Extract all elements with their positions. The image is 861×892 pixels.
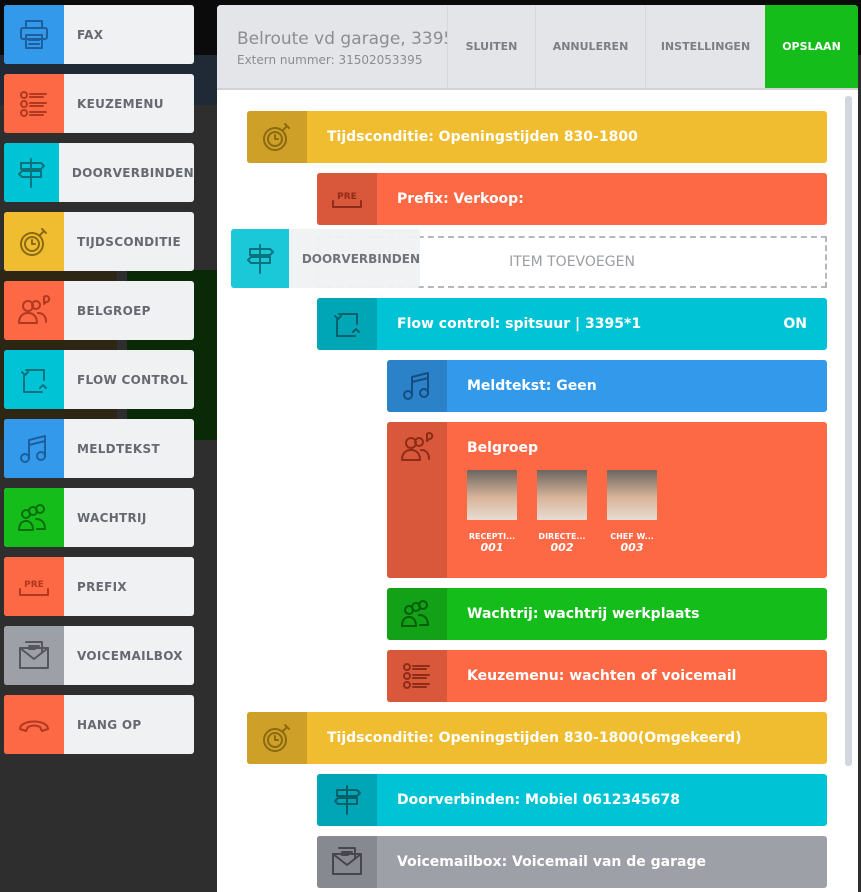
queue-icon bbox=[387, 588, 447, 640]
palette-item-hang-op[interactable]: HANG OP bbox=[4, 695, 194, 754]
palette-item-tijdsconditie[interactable]: TIJDSCONDITIE bbox=[4, 212, 194, 271]
stopwatch-icon bbox=[247, 712, 307, 764]
external-number: Extern nummer: 31502053395 bbox=[237, 53, 423, 67]
signpost-icon bbox=[4, 143, 59, 202]
flow-item-label: Flow control: spitsuur | 3395*1 bbox=[397, 316, 642, 332]
save-button[interactable]: OPSLAAN bbox=[765, 5, 858, 88]
member-photo bbox=[607, 470, 657, 520]
flow-item-label: Voicemailbox: Voicemail van de garage bbox=[397, 854, 706, 870]
flow-icon bbox=[4, 350, 64, 409]
flow-item-label: Tijdsconditie: Openingstijden 830-1800(O… bbox=[327, 730, 742, 746]
voicemail-icon bbox=[317, 836, 377, 888]
scrollbar[interactable] bbox=[845, 96, 852, 766]
route-title: Belroute vd garage, 3395 bbox=[237, 29, 447, 49]
status-label: ON bbox=[783, 316, 807, 332]
palette-item-label: MELDTEKST bbox=[77, 441, 160, 456]
palette-item-wachtrij[interactable]: WACHTRIJ bbox=[4, 488, 194, 547]
flow-item-label: Prefix: Verkoop: bbox=[397, 191, 524, 207]
flow-item[interactable]: Meldtekst: Geen bbox=[387, 360, 827, 412]
call-route-editor: Belroute vd garage, 3395 Extern nummer: … bbox=[217, 5, 858, 892]
flow-item[interactable]: Tijdsconditie: Openingstijden 830-1800(O… bbox=[247, 712, 827, 764]
palette-item-label: BELGROEP bbox=[77, 303, 151, 318]
flow-item[interactable]: PRE Prefix: Verkoop: bbox=[317, 173, 827, 225]
palette-item-label: KEUZEMENU bbox=[77, 96, 164, 111]
palette-item-doorverbinden[interactable]: DOORVERBINDEN bbox=[4, 143, 194, 202]
flow-item[interactable]: Keuzemenu: wachten of voicemail bbox=[387, 650, 827, 702]
music-icon bbox=[4, 419, 64, 478]
menu-list-icon bbox=[387, 650, 447, 702]
dragged-item-label: DOORVERBINDEN bbox=[301, 251, 420, 266]
group-icon bbox=[4, 281, 64, 340]
group-member[interactable]: DIRECTE... 002 bbox=[537, 470, 587, 554]
flow-item[interactable]: Wachtrij: wachtrij werkplaats bbox=[387, 588, 827, 640]
flow-item[interactable]: Doorverbinden: Mobiel 0612345678 bbox=[317, 774, 827, 826]
music-icon bbox=[387, 360, 447, 412]
flow-item[interactable]: Tijdsconditie: Openingstijden 830-1800 bbox=[247, 111, 827, 163]
close-button[interactable]: SLUITEN bbox=[447, 5, 535, 88]
svg-text:PRE: PRE bbox=[337, 192, 357, 202]
palette-item-meldtekst[interactable]: MELDTEKST bbox=[4, 419, 194, 478]
flow-icon bbox=[317, 298, 377, 350]
prefix-icon: PRE bbox=[317, 173, 377, 225]
flow-item-label: Keuzemenu: wachten of voicemail bbox=[467, 668, 737, 684]
member-photo bbox=[467, 470, 517, 520]
dropzone-label: ITEM TOEVOEGEN bbox=[509, 254, 635, 270]
flow-item[interactable]: Belgroep RECEPTI... 001 DIRECTE... 002 CHEF W… bbox=[387, 422, 827, 578]
svg-text:PRE: PRE bbox=[24, 580, 44, 590]
flow-item-label: Tijdsconditie: Openingstijden 830-1800 bbox=[327, 129, 638, 145]
group-icon bbox=[387, 422, 447, 578]
settings-button[interactable]: INSTELLINGEN bbox=[645, 5, 765, 88]
palette-item-voicemailbox[interactable]: VOICEMAILBOX bbox=[4, 626, 194, 685]
member-name: CHEF W... bbox=[610, 532, 654, 541]
voicemail-icon bbox=[4, 626, 64, 685]
flow-item-label: Wachtrij: wachtrij werkplaats bbox=[467, 606, 700, 622]
member-name: RECEPTI... bbox=[468, 532, 516, 541]
member-extension: 001 bbox=[480, 541, 504, 554]
group-member[interactable]: CHEF W... 003 bbox=[607, 470, 657, 554]
palette-item-label: DOORVERBINDEN bbox=[71, 165, 194, 180]
member-photo bbox=[537, 470, 587, 520]
palette-item-label: TIJDSCONDITIE bbox=[77, 234, 181, 249]
palette-item-label: VOICEMAILBOX bbox=[77, 648, 183, 663]
signpost-icon bbox=[317, 774, 377, 826]
dragged-item-doorverbinden[interactable]: DOORVERBINDEN bbox=[231, 229, 420, 288]
palette-item-label: FAX bbox=[77, 27, 104, 42]
hangup-icon bbox=[4, 695, 64, 754]
flow-item-label: Belgroep bbox=[467, 440, 539, 456]
palette-item-label: PREFIX bbox=[77, 579, 127, 594]
flow-item[interactable]: Voicemailbox: Voicemail van de garage bbox=[317, 836, 827, 888]
palette-item-label: FLOW CONTROL bbox=[77, 372, 188, 387]
queue-icon bbox=[4, 488, 64, 547]
stopwatch-icon bbox=[247, 111, 307, 163]
flow-item[interactable]: Flow control: spitsuur | 3395*1 ON bbox=[317, 298, 827, 350]
member-extension: 003 bbox=[620, 541, 644, 554]
palette-item-flow-control[interactable]: FLOW CONTROL bbox=[4, 350, 194, 409]
prefix-icon: PRE bbox=[4, 557, 64, 616]
cancel-button[interactable]: ANNULEREN bbox=[535, 5, 645, 88]
editor-header: Belroute vd garage, 3395 Extern nummer: … bbox=[217, 5, 858, 90]
flow-item-label: Doorverbinden: Mobiel 0612345678 bbox=[397, 792, 680, 808]
palette-item-belgroep[interactable]: BELGROEP bbox=[4, 281, 194, 340]
menu-list-icon bbox=[4, 74, 64, 133]
stopwatch-icon bbox=[4, 212, 64, 271]
member-name: DIRECTE... bbox=[538, 532, 586, 541]
palette-item-label: WACHTRIJ bbox=[77, 510, 147, 525]
palette-item-prefix[interactable]: PRE PREFIX bbox=[4, 557, 194, 616]
fax-icon bbox=[4, 5, 64, 64]
signpost-icon bbox=[231, 229, 289, 288]
palette-item-fax[interactable]: FAX bbox=[4, 5, 194, 64]
group-member[interactable]: RECEPTI... 001 bbox=[467, 470, 517, 554]
palette-item-label: HANG OP bbox=[77, 717, 142, 732]
flow-item-label: Meldtekst: Geen bbox=[467, 378, 597, 394]
member-extension: 002 bbox=[550, 541, 574, 554]
palette-item-keuzemenu[interactable]: KEUZEMENU bbox=[4, 74, 194, 133]
